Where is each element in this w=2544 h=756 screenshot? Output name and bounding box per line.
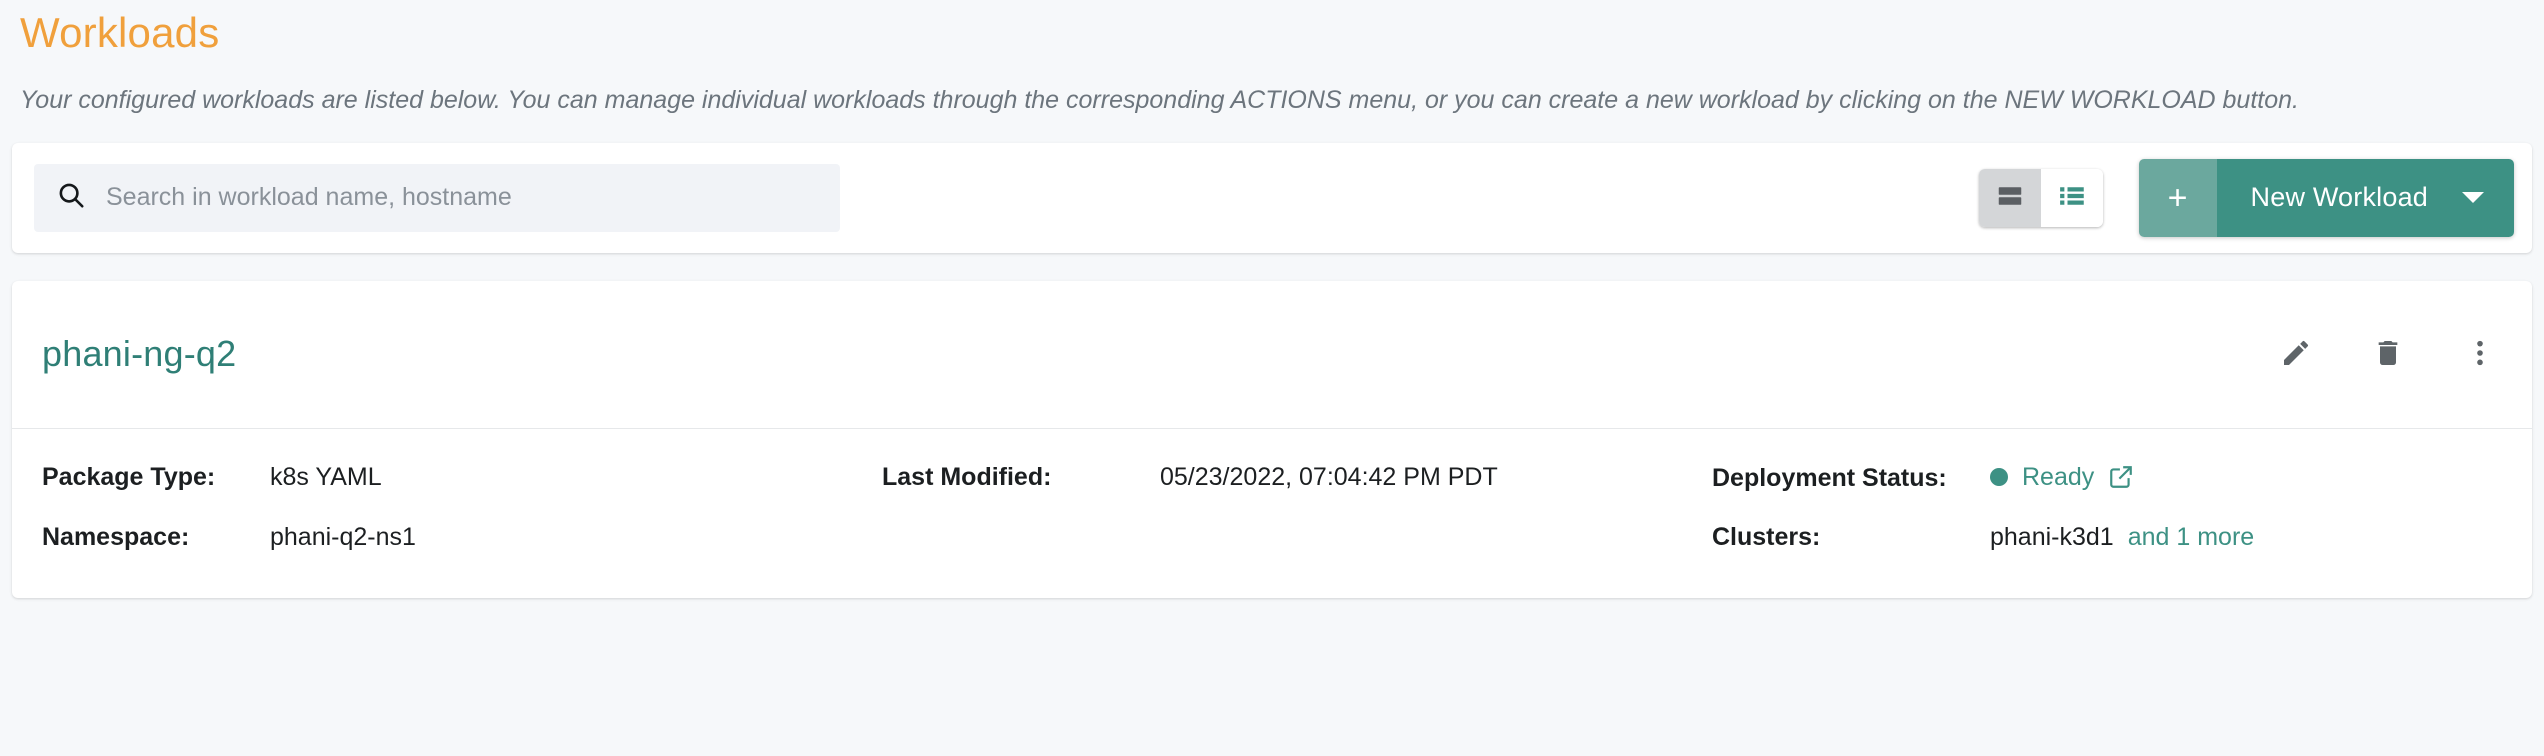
external-link-icon[interactable]: [2108, 464, 2134, 490]
card-view-toggle[interactable]: [1978, 168, 2041, 227]
list-view-toggle[interactable]: [2040, 168, 2103, 227]
namespace-value: phani-q2-ns1: [270, 523, 416, 552]
clusters-more-link[interactable]: and 1 more: [2128, 523, 2254, 552]
deployment-status-label: Deployment Status:: [1712, 464, 1947, 493]
workload-more-menu-button[interactable]: [2460, 334, 2500, 374]
chevron-down-icon[interactable]: [2462, 192, 2484, 204]
page-subtitle: Your configured workloads are listed bel…: [20, 86, 2299, 115]
new-workload-label: New Workload: [2250, 182, 2428, 213]
deployment-status-value-group: Ready: [1990, 463, 2134, 492]
toolbar-right: + New Workload: [1978, 158, 2514, 237]
field-spacer: [882, 523, 1712, 552]
list-view-icon: [2057, 181, 2087, 214]
status-badge[interactable]: Ready: [2022, 463, 2094, 492]
toolbar: + New Workload: [12, 142, 2532, 253]
edit-workload-button[interactable]: [2276, 334, 2316, 374]
field-deployment-status: Deployment Status: Ready: [1712, 463, 2502, 494]
new-workload-button[interactable]: + New Workload: [2138, 158, 2514, 237]
workload-name-link[interactable]: phani-ng-q2: [42, 333, 236, 375]
last-modified-value: 05/23/2022, 07:04:42 PM PDT: [1160, 462, 1498, 491]
delete-workload-button[interactable]: [2368, 334, 2408, 374]
clusters-value-group: phani-k3d1 and 1 more: [1990, 523, 2254, 552]
more-vertical-icon: [2464, 337, 2496, 372]
new-workload-plus-icon[interactable]: +: [2138, 158, 2217, 237]
workload-actions: [2276, 334, 2500, 374]
search-input[interactable]: [106, 183, 818, 213]
workload-card-header: phani-ng-q2: [12, 281, 2532, 429]
view-toggle-group: [1978, 168, 2103, 227]
page-title: Workloads: [20, 9, 220, 56]
package-type-label: Package Type:: [42, 462, 216, 491]
field-namespace: Namespace: phani-q2-ns1: [42, 523, 882, 552]
card-view-icon: [1995, 181, 2025, 214]
namespace-label: Namespace:: [42, 523, 190, 552]
search-icon: [56, 180, 86, 215]
edit-pencil-icon: [2280, 337, 2312, 372]
clusters-value: phani-k3d1: [1990, 523, 2114, 552]
search-box[interactable]: [34, 163, 840, 232]
workload-card: phani-ng-q2 Package Type: k8s YAML Last …: [12, 280, 2532, 599]
trash-icon: [2372, 337, 2404, 372]
last-modified-label: Last Modified:: [882, 462, 1052, 491]
clusters-label: Clusters:: [1712, 523, 1821, 552]
field-package-type: Package Type: k8s YAML: [42, 463, 882, 494]
workload-card-body: Package Type: k8s YAML Last Modified: 05…: [12, 429, 2532, 599]
field-last-modified: Last Modified: 05/23/2022, 07:04:42 PM P…: [882, 463, 1712, 494]
status-dot-icon: [1990, 468, 2008, 487]
new-workload-main[interactable]: New Workload: [2216, 158, 2514, 237]
field-clusters: Clusters: phani-k3d1 and 1 more: [1712, 523, 2502, 552]
workloads-page: Workloads Your configured workloads are …: [0, 0, 2544, 756]
package-type-value: k8s YAML: [270, 462, 382, 491]
